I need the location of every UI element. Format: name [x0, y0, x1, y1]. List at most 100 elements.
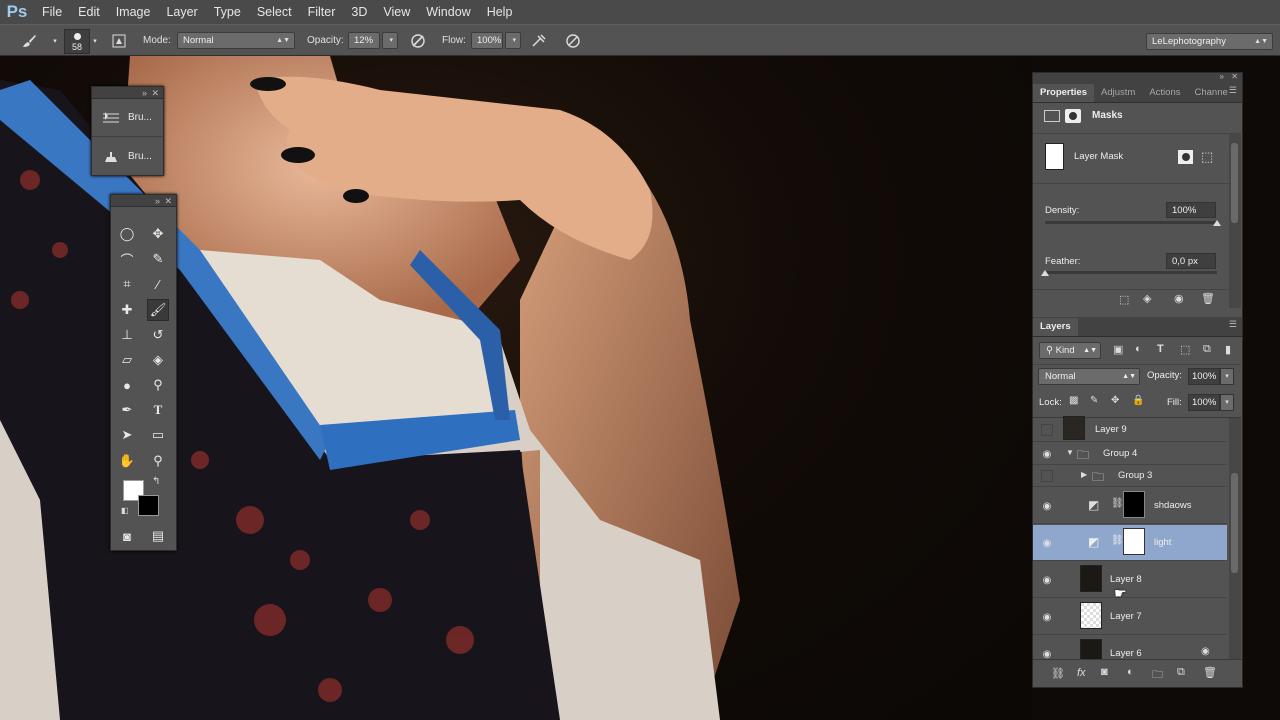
fx-icon[interactable]: fx — [1077, 667, 1086, 679]
tab-layers[interactable]: Layers — [1033, 318, 1078, 336]
eye-icon[interactable]: ◉ — [1041, 500, 1053, 512]
feather-input[interactable]: 0,0 px — [1166, 253, 1216, 269]
opacity-input[interactable]: 12% — [348, 32, 380, 49]
filter-shape-icon[interactable]: ⬚ — [1180, 343, 1190, 356]
layer-row[interactable]: ◉ Layer 7 — [1033, 599, 1227, 635]
airbrush-icon[interactable] — [528, 30, 550, 52]
zoom-tool-icon[interactable]: ⚲ — [147, 450, 169, 472]
menu-select[interactable]: Select — [249, 0, 300, 24]
trash-icon[interactable]: 🗑 — [1201, 292, 1215, 305]
layers-scrollbar[interactable] — [1229, 418, 1241, 673]
new-adjustment-icon[interactable]: ◐ — [1127, 666, 1134, 678]
panel-menu-icon[interactable]: ☰ — [1229, 85, 1237, 96]
menu-window[interactable]: Window — [418, 0, 478, 24]
layer-name[interactable]: Layer 6 — [1110, 648, 1142, 659]
lock-image-icon[interactable]: ✎ — [1090, 395, 1098, 406]
layer-name[interactable]: Group 4 — [1103, 448, 1137, 459]
healing-brush-tool-icon[interactable]: ✚ — [116, 299, 138, 321]
filter-adjustment-icon[interactable]: ◐ — [1135, 343, 1142, 355]
dodge-tool-icon[interactable]: ⚲ — [147, 374, 169, 396]
blur-tool-icon[interactable]: ● — [116, 374, 138, 396]
chevron-down-icon[interactable]: ▾ — [1220, 368, 1234, 385]
adjustment-mask-icon[interactable] — [1044, 110, 1060, 122]
filter-pixel-icon[interactable]: ▣ — [1113, 343, 1123, 356]
close-icon[interactable]: ✕ — [151, 87, 159, 99]
mask-thumbnail[interactable] — [1123, 491, 1145, 518]
pixel-mask-icon[interactable] — [1065, 109, 1081, 123]
flow-input[interactable]: 100% — [471, 32, 503, 49]
brush-tool-icon[interactable] — [18, 30, 40, 52]
group-collapsed-icon[interactable]: ▶ — [1081, 470, 1087, 479]
filter-toggle-icon[interactable]: ▮ — [1225, 343, 1231, 356]
eye-icon[interactable]: ◉ — [1041, 574, 1053, 586]
type-tool-icon[interactable]: T — [147, 399, 169, 421]
layer-opacity-input[interactable]: 100% — [1188, 368, 1220, 385]
default-colors-icon[interactable]: ◧ — [121, 506, 129, 515]
menu-help[interactable]: Help — [479, 0, 521, 24]
collapse-icon[interactable]: » — [142, 87, 147, 99]
tab-channels[interactable]: Channe — [1187, 84, 1234, 102]
density-slider[interactable] — [1045, 220, 1221, 226]
layer-name[interactable]: Layer 8 — [1110, 574, 1142, 585]
panel-header[interactable]: » ✕ — [111, 195, 176, 207]
feather-slider[interactable] — [1041, 270, 1217, 276]
chevron-down-icon[interactable]: ▾ — [1220, 394, 1234, 411]
trash-icon[interactable]: 🗑 — [1203, 666, 1217, 679]
select-pixel-mask-icon[interactable] — [1178, 150, 1193, 164]
pressure-opacity-icon[interactable] — [407, 30, 429, 52]
new-group-icon[interactable]: 🗀 — [1152, 666, 1163, 685]
brush-panel-toggle-icon[interactable] — [108, 30, 130, 52]
tool-preset-arrow-icon[interactable]: ▾ — [44, 30, 66, 52]
layer-filter-dropdown[interactable]: ⚲ Kind ▲▼ — [1039, 342, 1101, 359]
lasso-tool-icon[interactable]: ⌒ — [116, 248, 138, 270]
eye-icon[interactable]: ◉ — [1041, 448, 1053, 460]
link-icon[interactable]: ⛓ — [1111, 498, 1124, 509]
history-brush-tool-icon[interactable]: ↺ — [147, 324, 169, 346]
smart-filter-icon[interactable]: ◉ — [1201, 646, 1210, 657]
density-input[interactable]: 100% — [1166, 202, 1216, 218]
layer-row-selected[interactable]: ◉ ◩ ⛓ light — [1033, 525, 1227, 561]
brush-preset-arrow-icon[interactable]: ▾ — [90, 30, 100, 52]
tab-properties[interactable]: Properties — [1033, 84, 1094, 102]
close-icon[interactable]: ✕ — [164, 195, 172, 207]
pen-tool-icon[interactable]: ✒ — [116, 399, 138, 421]
flow-slider-arrow[interactable]: ▾ — [505, 32, 521, 49]
layer-row[interactable]: ◉ Layer 8 — [1033, 562, 1227, 598]
blend-mode-dropdown[interactable]: Normal ▲▼ — [1038, 368, 1140, 385]
layer-name[interactable]: Layer 7 — [1110, 611, 1142, 622]
load-selection-icon[interactable]: ⬚ — [1119, 293, 1129, 306]
quick-mask-icon[interactable]: ◙ — [116, 525, 138, 547]
menu-filter[interactable]: Filter — [300, 0, 344, 24]
density-slider-thumb[interactable] — [1213, 220, 1221, 226]
vector-mask-icon[interactable]: ⬚ — [1201, 149, 1213, 165]
panel-header[interactable]: » ✕ — [92, 87, 163, 99]
brush-preset-picker[interactable]: 58 — [64, 29, 90, 54]
workspace-switcher[interactable]: LeLephotography ▲▼ — [1146, 33, 1273, 50]
path-selection-tool-icon[interactable]: ➤ — [116, 424, 138, 446]
screen-mode-icon[interactable]: ▤ — [147, 525, 169, 547]
link-icon[interactable]: ⛓ — [1111, 535, 1124, 546]
visibility-toggle[interactable] — [1041, 424, 1053, 436]
rectangle-tool-icon[interactable]: ▭ — [147, 424, 169, 446]
link-layers-icon[interactable]: ⛓ — [1051, 667, 1065, 680]
elliptical-marquee-tool-icon[interactable]: ◯ — [116, 223, 138, 245]
fill-input[interactable]: 100% — [1188, 394, 1220, 411]
lock-all-icon[interactable]: 🔒 — [1132, 395, 1144, 406]
layer-group-row[interactable]: ◉ ▼ 🗀 Group 4 — [1033, 443, 1227, 465]
lock-transparent-icon[interactable]: ▩ — [1069, 395, 1078, 406]
background-color-swatch[interactable] — [138, 495, 159, 516]
menu-edit[interactable]: Edit — [70, 0, 108, 24]
crop-tool-icon[interactable]: ⌗ — [116, 273, 138, 295]
menu-file[interactable]: File — [34, 0, 70, 24]
group-expanded-icon[interactable]: ▼ — [1066, 448, 1074, 457]
menu-3d[interactable]: 3D — [343, 0, 375, 24]
menu-type[interactable]: Type — [206, 0, 249, 24]
eraser-tool-icon[interactable]: ▱ — [116, 349, 138, 371]
layer-name[interactable]: Group 3 — [1118, 470, 1152, 481]
brush-panel-button[interactable]: Bru... — [92, 99, 163, 137]
feather-slider-thumb[interactable] — [1041, 270, 1049, 276]
tab-actions[interactable]: Actions — [1142, 84, 1187, 102]
hand-tool-icon[interactable]: ✋ — [116, 450, 138, 472]
visibility-toggle[interactable] — [1041, 470, 1053, 482]
tab-adjustments[interactable]: Adjustm — [1094, 84, 1142, 102]
